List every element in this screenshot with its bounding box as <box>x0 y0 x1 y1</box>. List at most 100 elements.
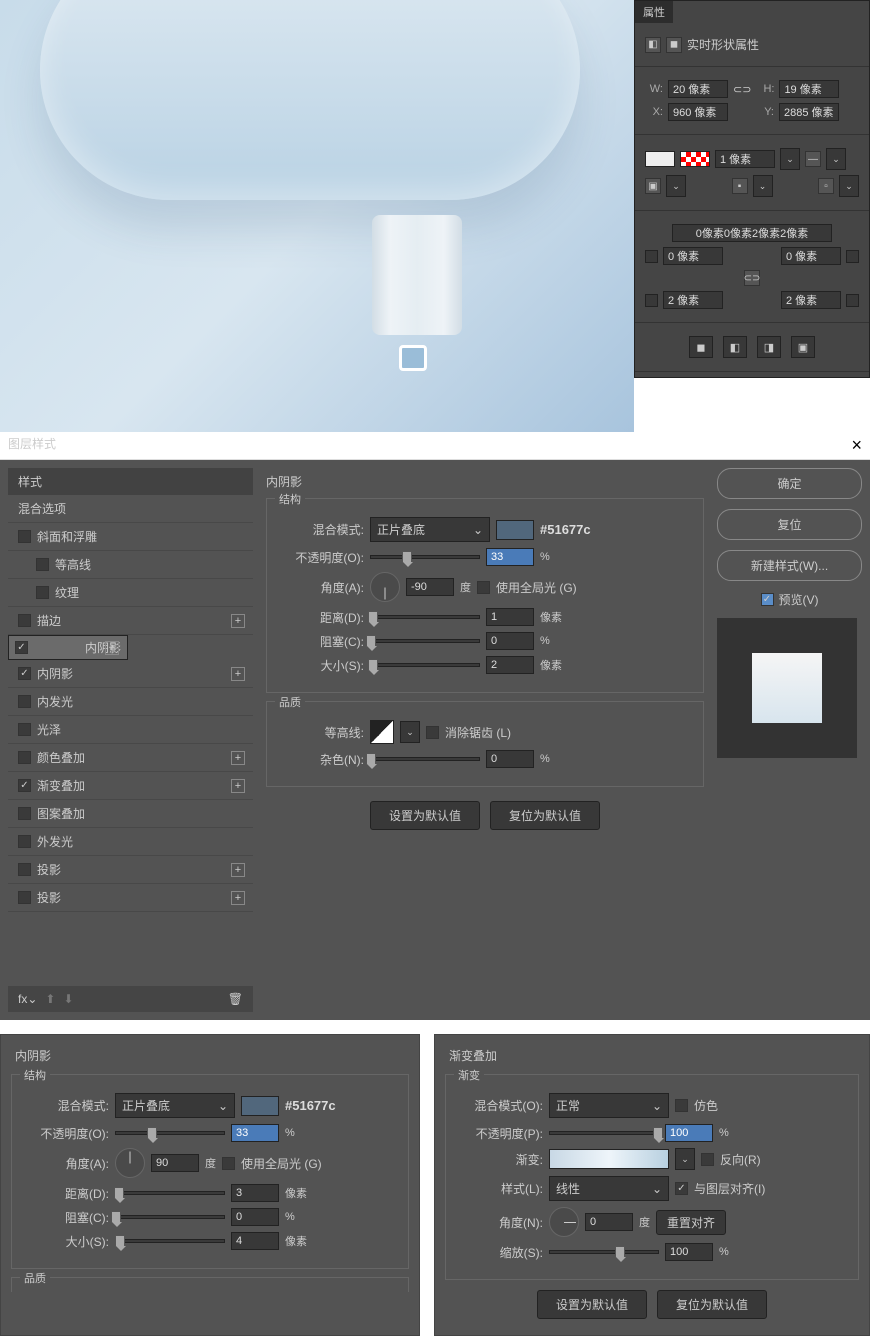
g-opacity-input[interactable] <box>665 1124 713 1142</box>
dither-cb[interactable] <box>675 1099 688 1112</box>
g-style-select[interactable]: 线性⌄ <box>549 1176 669 1201</box>
add-icon[interactable]: + <box>231 891 245 905</box>
corner-bl[interactable] <box>663 291 723 309</box>
fill-swatch[interactable] <box>645 151 675 167</box>
corner-tr-cb[interactable] <box>846 250 859 263</box>
corner-tl[interactable] <box>663 247 723 265</box>
style-cb[interactable] <box>18 723 31 736</box>
style-cb[interactable] <box>36 586 49 599</box>
style-cb[interactable] <box>18 807 31 820</box>
style-item-3[interactable]: 描边+ <box>8 607 253 635</box>
style-cb[interactable] <box>18 614 31 627</box>
contour-picker[interactable] <box>370 720 394 744</box>
trash-icon[interactable]: 🗑 <box>228 992 243 1006</box>
style-cb[interactable] <box>18 779 31 792</box>
new-style-button[interactable]: 新建样式(W)... <box>717 550 862 581</box>
gradient-picker[interactable] <box>549 1149 669 1169</box>
p2-choke-slider[interactable] <box>115 1215 225 1219</box>
stroke-type[interactable]: — <box>805 151 821 167</box>
style-item-1[interactable]: 等高线 <box>8 551 253 579</box>
corner-tr[interactable] <box>781 247 841 265</box>
color-swatch[interactable] <box>496 520 534 540</box>
dist-input[interactable] <box>486 608 534 626</box>
add-icon[interactable]: + <box>105 641 119 655</box>
style-cb[interactable] <box>18 667 31 680</box>
cap-dd[interactable]: ⌄ <box>753 175 773 197</box>
corner-bl-cb[interactable] <box>645 294 658 307</box>
choke-input[interactable] <box>486 632 534 650</box>
selected-shape[interactable] <box>399 345 427 371</box>
p2-angle-dial[interactable] <box>115 1148 145 1178</box>
align-dd[interactable]: ⌄ <box>666 175 686 197</box>
link-icon[interactable]: ⊂⊃ <box>733 83 751 96</box>
cancel-button[interactable]: 复位 <box>717 509 862 540</box>
g-scale-slider[interactable] <box>549 1250 659 1254</box>
reset-default-button[interactable]: 复位为默认值 <box>490 801 600 830</box>
cap-icon[interactable]: ▪ <box>732 178 748 194</box>
join-icon[interactable]: ▫ <box>818 178 834 194</box>
corner-tl-cb[interactable] <box>645 250 658 263</box>
choke-slider[interactable] <box>370 639 480 643</box>
p2-color-swatch[interactable] <box>241 1096 279 1116</box>
fx-icon[interactable]: fx⌄ <box>18 992 37 1006</box>
down-icon[interactable]: ⬇ <box>63 992 73 1006</box>
style-cb[interactable] <box>18 891 31 904</box>
style-item-6[interactable]: 内发光 <box>8 688 253 716</box>
style-item-5[interactable]: 内阴影+ <box>8 660 253 688</box>
angle-input[interactable] <box>406 578 454 596</box>
p2-size-input[interactable] <box>231 1232 279 1250</box>
p2-opacity-input[interactable] <box>231 1124 279 1142</box>
add-icon[interactable]: + <box>231 863 245 877</box>
add-icon[interactable]: + <box>231 751 245 765</box>
g-opacity-slider[interactable] <box>549 1131 659 1135</box>
style-cb[interactable] <box>18 530 31 543</box>
corner-link-icon[interactable]: ⊂⊃ <box>744 270 760 286</box>
style-cb[interactable] <box>18 863 31 876</box>
p2-blend-select[interactable]: 正片叠底⌄ <box>115 1093 235 1118</box>
style-item-4[interactable]: 内阴影+ <box>8 635 128 660</box>
pathop-1[interactable]: ◼ <box>689 336 713 358</box>
blend-options[interactable]: 混合选项 <box>8 495 253 523</box>
style-item-0[interactable]: 斜面和浮雕 <box>8 523 253 551</box>
style-cb[interactable] <box>36 558 49 571</box>
noise-input[interactable] <box>486 750 534 768</box>
p2-opacity-slider[interactable] <box>115 1131 225 1135</box>
style-item-2[interactable]: 纹理 <box>8 579 253 607</box>
style-item-13[interactable]: 投影+ <box>8 884 253 912</box>
global-light-cb[interactable] <box>477 581 490 594</box>
g-scale-input[interactable] <box>665 1243 713 1261</box>
dist-slider[interactable] <box>370 615 480 619</box>
g-default-button[interactable]: 设置为默认值 <box>537 1290 647 1319</box>
style-item-12[interactable]: 投影+ <box>8 856 253 884</box>
style-item-7[interactable]: 光泽 <box>8 716 253 744</box>
ok-button[interactable]: 确定 <box>717 468 862 499</box>
align-icon[interactable]: ▣ <box>645 178 661 194</box>
stroke-input[interactable] <box>715 150 775 168</box>
stroke-swatch[interactable] <box>680 151 710 167</box>
opacity-slider[interactable] <box>370 555 480 559</box>
width-input[interactable] <box>668 80 728 98</box>
set-default-button[interactable]: 设置为默认值 <box>370 801 480 830</box>
add-icon[interactable]: + <box>231 614 245 628</box>
noise-slider[interactable] <box>370 757 480 761</box>
y-input[interactable] <box>779 103 839 121</box>
g-reset-button[interactable]: 复位为默认值 <box>657 1290 767 1319</box>
up-icon[interactable]: ⬆ <box>45 992 55 1006</box>
anti-cb[interactable] <box>426 726 439 739</box>
p2-size-slider[interactable] <box>115 1239 225 1243</box>
stroke-type-dd[interactable]: ⌄ <box>826 148 846 170</box>
g-angle-input[interactable] <box>585 1213 633 1231</box>
add-icon[interactable]: + <box>231 779 245 793</box>
style-item-9[interactable]: 渐变叠加+ <box>8 772 253 800</box>
p2-choke-input[interactable] <box>231 1208 279 1226</box>
size-slider[interactable] <box>370 663 480 667</box>
stroke-dd[interactable]: ⌄ <box>780 148 800 170</box>
p2-dist-slider[interactable] <box>115 1191 225 1195</box>
style-cb[interactable] <box>18 751 31 764</box>
p2-global-cb[interactable] <box>222 1157 235 1170</box>
add-icon[interactable]: + <box>231 667 245 681</box>
reset-align-button[interactable]: 重置对齐 <box>656 1210 726 1235</box>
size-input[interactable] <box>486 656 534 674</box>
corner-br[interactable] <box>781 291 841 309</box>
style-item-8[interactable]: 颜色叠加+ <box>8 744 253 772</box>
